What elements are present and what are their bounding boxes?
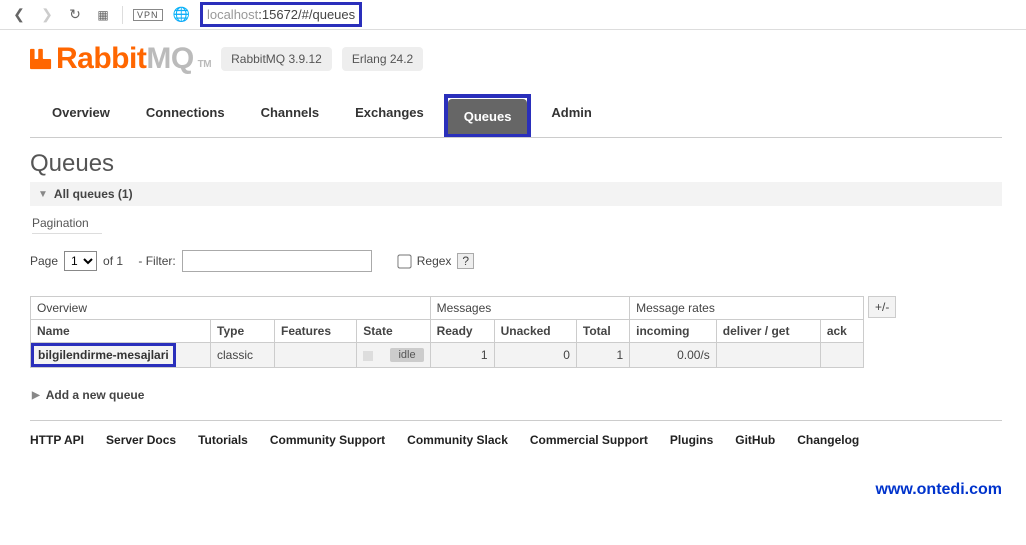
col-state[interactable]: State	[357, 320, 430, 343]
col-group-overview: Overview	[31, 297, 431, 320]
page-title: Queues	[30, 150, 1002, 178]
page-label: Page	[30, 254, 58, 268]
of-pages: of 1	[103, 254, 123, 268]
tab-connections[interactable]: Connections	[130, 95, 241, 138]
chevron-down-icon: ▼	[38, 189, 48, 200]
table-row: bilgilendirme-mesajlari classic idle 1 0…	[31, 343, 864, 368]
add-queue-section[interactable]: ▶ Add a new queue	[32, 388, 1002, 402]
col-group-rates: Message rates	[630, 297, 864, 320]
regex-checkbox[interactable]	[397, 254, 411, 268]
rabbit-icon	[30, 47, 52, 71]
filter-input[interactable]	[182, 250, 372, 272]
reload-icon[interactable]: ↻	[66, 6, 84, 23]
logo-rabbit: Rabbit	[56, 42, 146, 76]
queue-total: 1	[576, 343, 629, 368]
browser-toolbar: ❮ ❯ ↻ ▦ VPN 🌐 localhost:15672/#/queues	[0, 0, 1026, 30]
tab-exchanges[interactable]: Exchanges	[339, 95, 440, 138]
pagination-row: Page 1 of 1 - Filter: Regex ?	[30, 250, 1002, 272]
rabbitmq-version: RabbitMQ 3.9.12	[221, 47, 332, 71]
queues-table: Overview Messages Message rates Name Typ…	[30, 296, 864, 368]
queue-state: idle	[357, 343, 430, 368]
state-label: idle	[390, 348, 423, 362]
col-group-messages: Messages	[430, 297, 630, 320]
url-bar[interactable]: localhost:15672/#/queues	[207, 7, 355, 22]
col-features[interactable]: Features	[275, 320, 357, 343]
link-changelog[interactable]: Changelog	[797, 433, 859, 447]
col-name[interactable]: Name	[31, 320, 211, 343]
tab-channels[interactable]: Channels	[245, 95, 336, 138]
queue-type: classic	[211, 343, 275, 368]
nav-tabs: Overview Connections Channels Exchanges …	[30, 94, 1002, 138]
header-row: RabbitMQ TM RabbitMQ 3.9.12 Erlang 24.2	[30, 42, 1002, 76]
link-plugins[interactable]: Plugins	[670, 433, 713, 447]
queue-name-link[interactable]: bilgilendirme-mesajlari	[31, 343, 176, 367]
link-http-api[interactable]: HTTP API	[30, 433, 84, 447]
queue-unacked: 0	[494, 343, 576, 368]
columns-toggle[interactable]: +/-	[868, 296, 896, 318]
queue-ready: 1	[430, 343, 494, 368]
tab-queues[interactable]: Queues	[448, 99, 528, 134]
back-icon[interactable]: ❮	[10, 6, 28, 23]
url-port: :15672	[258, 7, 298, 22]
all-queues-section[interactable]: ▼ All queues (1)	[30, 182, 1002, 206]
state-dot-icon	[363, 351, 373, 361]
table-wrap: Overview Messages Message rates Name Typ…	[30, 296, 1002, 378]
tab-overview[interactable]: Overview	[36, 95, 126, 138]
queue-features	[275, 343, 357, 368]
add-queue-label: Add a new queue	[46, 388, 145, 402]
link-server-docs[interactable]: Server Docs	[106, 433, 176, 447]
chevron-right-icon: ▶	[32, 390, 40, 401]
logo-tm: TM	[198, 59, 211, 70]
link-commercial-support[interactable]: Commercial Support	[530, 433, 648, 447]
globe-icon[interactable]: 🌐	[173, 6, 190, 23]
all-queues-label: All queues (1)	[54, 187, 133, 201]
link-community-support[interactable]: Community Support	[270, 433, 385, 447]
filter-label: - Filter:	[138, 254, 175, 268]
vpn-badge[interactable]: VPN	[133, 9, 163, 21]
page-select[interactable]: 1	[64, 251, 97, 271]
queue-incoming: 0.00/s	[630, 343, 717, 368]
col-deliver[interactable]: deliver / get	[716, 320, 820, 343]
col-ready[interactable]: Ready	[430, 320, 494, 343]
footer-links: HTTP API Server Docs Tutorials Community…	[30, 420, 1002, 459]
col-type[interactable]: Type	[211, 320, 275, 343]
col-unacked[interactable]: Unacked	[494, 320, 576, 343]
url-highlight: localhost:15672/#/queues	[200, 2, 362, 27]
col-incoming[interactable]: incoming	[630, 320, 717, 343]
link-github[interactable]: GitHub	[735, 433, 775, 447]
col-total[interactable]: Total	[576, 320, 629, 343]
regex-label: Regex	[417, 254, 452, 268]
forward-icon[interactable]: ❯	[38, 6, 56, 23]
watermark: www.ontedi.com	[0, 481, 1026, 499]
pagination-header: Pagination	[32, 216, 102, 234]
apps-icon[interactable]: ▦	[94, 8, 112, 22]
rabbitmq-logo[interactable]: RabbitMQ TM	[30, 42, 211, 76]
queue-ack	[820, 343, 863, 368]
queue-deliver	[716, 343, 820, 368]
link-tutorials[interactable]: Tutorials	[198, 433, 248, 447]
tab-admin[interactable]: Admin	[535, 95, 607, 138]
url-host: localhost	[207, 7, 258, 22]
page-content: RabbitMQ TM RabbitMQ 3.9.12 Erlang 24.2 O…	[0, 30, 1026, 469]
erlang-version: Erlang 24.2	[342, 47, 423, 71]
link-community-slack[interactable]: Community Slack	[407, 433, 508, 447]
col-ack[interactable]: ack	[820, 320, 863, 343]
regex-help[interactable]: ?	[457, 253, 474, 269]
tab-queues-highlight: Queues	[444, 94, 532, 137]
logo-mq: MQ	[146, 42, 193, 76]
toolbar-separator	[122, 6, 123, 24]
url-path: /#/queues	[298, 7, 355, 22]
